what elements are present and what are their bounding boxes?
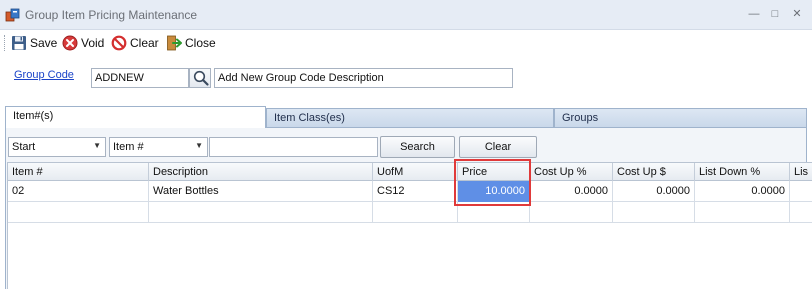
save-icon — [12, 36, 26, 50]
void-icon — [62, 35, 78, 51]
column-header-uofm[interactable]: UofM — [373, 163, 458, 181]
group-code-input[interactable]: ADDNEW — [91, 68, 189, 88]
cell-description[interactable]: Water Bottles — [149, 181, 373, 202]
tab-item-numbers[interactable]: Item#(s) — [5, 106, 266, 128]
cell-cost-up-amt[interactable]: 0.0000 — [613, 181, 695, 202]
search-input[interactable] — [209, 137, 378, 157]
cell-uofm[interactable]: CS12 — [373, 181, 458, 202]
close-label: Close — [185, 36, 216, 50]
toolbar: Save Void Clear Close — [0, 30, 812, 56]
items-grid: Item # Description UofM Price Cost Up % … — [7, 162, 812, 289]
clear-icon — [111, 35, 127, 51]
group-code-link[interactable]: Group Code — [14, 69, 74, 81]
toolbar-grip[interactable] — [4, 35, 6, 51]
exit-icon — [167, 35, 182, 51]
table-row-new[interactable] — [8, 202, 812, 223]
cell-cost-up-pct[interactable]: 0.0000 — [530, 181, 613, 202]
cell-list[interactable] — [790, 181, 812, 202]
title-bar: Group Item Pricing Maintenance — □ ✕ — [0, 0, 812, 30]
column-header-cost-up-amt[interactable]: Cost Up $ — [613, 163, 695, 181]
cell-description[interactable] — [149, 202, 373, 223]
filter-clear-button[interactable]: Clear — [459, 136, 537, 158]
close-button[interactable]: Close — [166, 34, 216, 52]
column-header-list[interactable]: Lis — [790, 163, 812, 181]
void-button[interactable]: Void — [62, 34, 104, 52]
cell-price[interactable] — [458, 202, 530, 223]
search-button[interactable]: Search — [380, 136, 455, 158]
search-field-select[interactable]: Item # ▼ — [109, 137, 208, 157]
cell-list-down-pct[interactable] — [695, 202, 790, 223]
column-header-price[interactable]: Price — [458, 163, 530, 181]
column-header-list-down-pct[interactable]: List Down % — [695, 163, 790, 181]
group-code-description-input[interactable]: Add New Group Code Description — [214, 68, 513, 88]
grid-header: Item # Description UofM Price Cost Up % … — [8, 163, 812, 181]
cell-item[interactable] — [8, 202, 149, 223]
column-header-item[interactable]: Item # — [8, 163, 149, 181]
save-label: Save — [30, 36, 58, 50]
void-label: Void — [81, 36, 105, 50]
group-code-lookup-button[interactable] — [189, 68, 211, 88]
tab-item-classes[interactable]: Item Class(es) — [266, 108, 554, 127]
cell-list[interactable] — [790, 202, 812, 223]
window-title: Group Item Pricing Maintenance — [25, 8, 198, 22]
app-icon — [5, 8, 20, 22]
clear-label: Clear — [130, 36, 159, 50]
cell-item[interactable]: 02 — [8, 181, 149, 202]
match-mode-value: Start — [12, 141, 36, 153]
search-field-value: Item # — [113, 141, 144, 153]
cell-cost-up-pct[interactable] — [530, 202, 613, 223]
column-header-description[interactable]: Description — [149, 163, 373, 181]
close-window-button[interactable]: ✕ — [789, 6, 805, 22]
chevron-down-icon: ▼ — [195, 141, 203, 150]
minimize-button[interactable]: — — [746, 6, 762, 22]
cell-uofm[interactable] — [373, 202, 458, 223]
clear-button[interactable]: Clear — [111, 34, 159, 52]
cell-cost-up-amt[interactable] — [613, 202, 695, 223]
maximize-button[interactable]: □ — [767, 6, 783, 22]
tab-groups[interactable]: Groups — [554, 108, 807, 127]
group-item-pricing-window: Group Item Pricing Maintenance — □ ✕ Sav… — [0, 0, 812, 289]
match-mode-select[interactable]: Start ▼ — [8, 137, 106, 157]
save-button[interactable]: Save — [11, 34, 57, 52]
column-header-cost-up-pct[interactable]: Cost Up % — [530, 163, 613, 181]
cell-list-down-pct[interactable]: 0.0000 — [695, 181, 790, 202]
table-row[interactable]: 02 Water Bottles CS12 10.0000 0.0000 0.0… — [8, 181, 812, 202]
chevron-down-icon: ▼ — [93, 141, 101, 150]
search-icon — [193, 70, 209, 86]
cell-price[interactable]: 10.0000 — [458, 181, 530, 202]
